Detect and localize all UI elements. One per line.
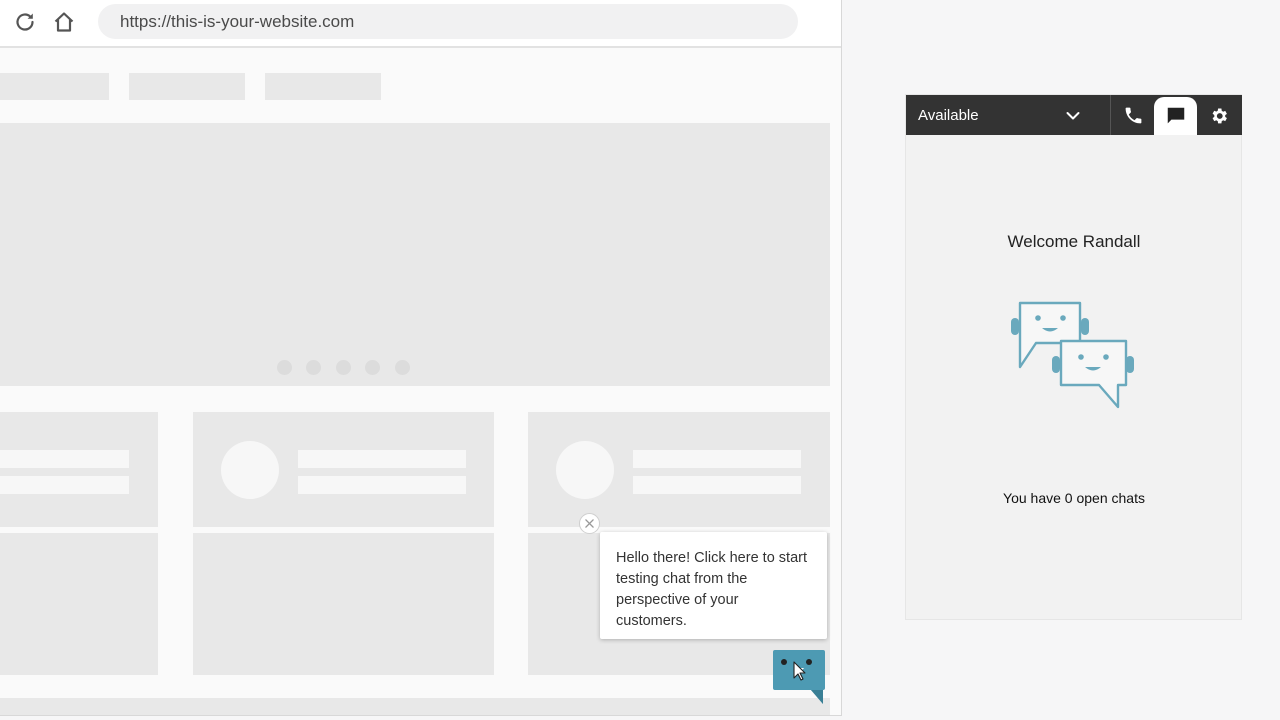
nav-placeholder (0, 73, 109, 100)
gear-icon (1212, 108, 1227, 124)
tab-phone[interactable] (1112, 95, 1155, 135)
nav-placeholder (129, 73, 245, 100)
ccp-header: Available (906, 95, 1242, 135)
tab-settings[interactable] (1197, 95, 1240, 135)
text-line-placeholder (633, 476, 801, 494)
browser-toolbar: https://this-is-your-website.com (0, 0, 841, 48)
home-icon[interactable] (52, 10, 76, 34)
text-line-placeholder (0, 476, 129, 494)
text-line-placeholder (298, 476, 466, 494)
carousel-dot[interactable] (306, 360, 321, 375)
chevron-down-icon (1066, 112, 1080, 120)
footer-placeholder (0, 698, 830, 715)
chat-icon (1167, 107, 1185, 124)
contact-control-panel: Available Welcome Randall You have 0 ope… (905, 94, 1242, 620)
welcome-message: Welcome Randall (1007, 232, 1141, 251)
tab-chat[interactable] (1154, 97, 1197, 135)
card-placeholder (0, 412, 158, 527)
status-label: Available (918, 107, 979, 124)
card-placeholder (528, 412, 830, 527)
chat-launcher-button[interactable] (772, 649, 826, 705)
carousel-dot[interactable] (277, 360, 292, 375)
carousel-dot[interactable] (336, 360, 351, 375)
status-dropdown[interactable]: Available (906, 95, 1111, 135)
chat-tooltip[interactable]: Hello there! Click here to start testing… (600, 532, 827, 639)
text-line-placeholder (298, 450, 466, 468)
phone-icon (1125, 107, 1142, 124)
text-line-placeholder (0, 450, 129, 468)
url-bar[interactable]: https://this-is-your-website.com (98, 4, 798, 39)
browser-window: https://this-is-your-website.com Hello t… (0, 0, 842, 716)
card-placeholder (0, 533, 158, 675)
text-line-placeholder (633, 450, 801, 468)
card-placeholder (193, 533, 494, 675)
chat-bubbles-illustration (1011, 301, 1134, 409)
reload-icon[interactable] (13, 10, 37, 34)
card-placeholder (193, 412, 494, 527)
avatar-placeholder (556, 441, 614, 499)
avatar-placeholder (221, 441, 279, 499)
carousel-dot[interactable] (365, 360, 380, 375)
nav-placeholder (265, 73, 381, 100)
carousel-dot[interactable] (395, 360, 410, 375)
hero-placeholder (0, 123, 830, 386)
open-chats-count: You have 0 open chats (1003, 490, 1145, 506)
close-icon[interactable] (579, 513, 600, 534)
